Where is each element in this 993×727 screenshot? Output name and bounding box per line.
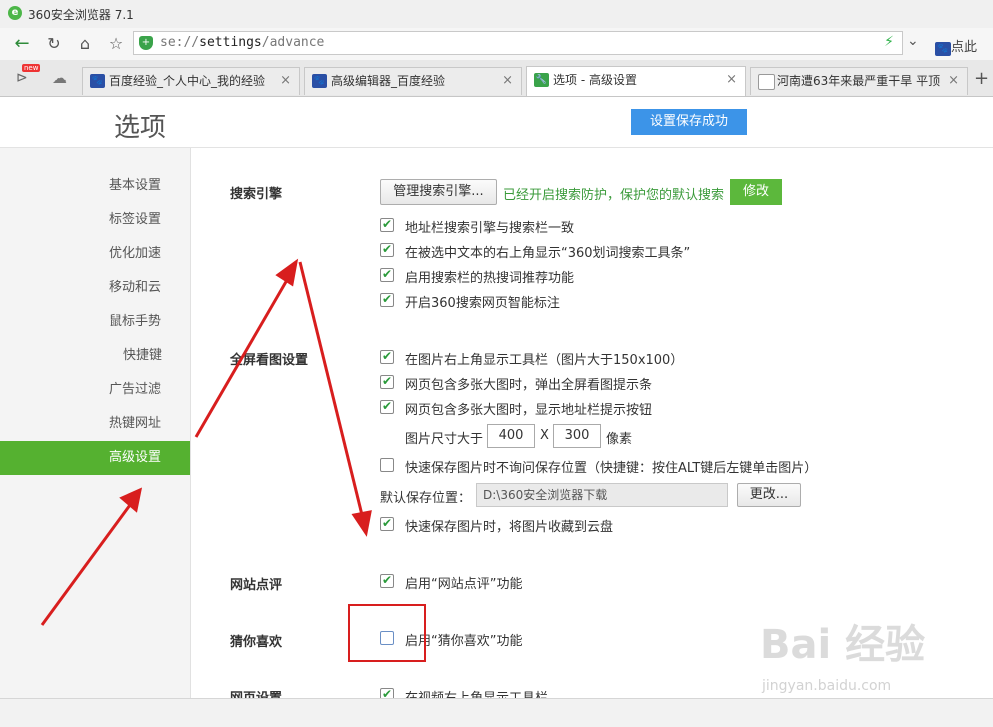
annotation-arrow bbox=[298, 261, 372, 537]
baidu-watermark: Bai 经验 bbox=[760, 622, 926, 668]
annotation-arrow bbox=[194, 258, 299, 438]
baidu-watermark-site: jingyan.baidu.com bbox=[762, 678, 892, 694]
annotation-arrow bbox=[40, 487, 143, 626]
status-bar bbox=[0, 698, 993, 727]
